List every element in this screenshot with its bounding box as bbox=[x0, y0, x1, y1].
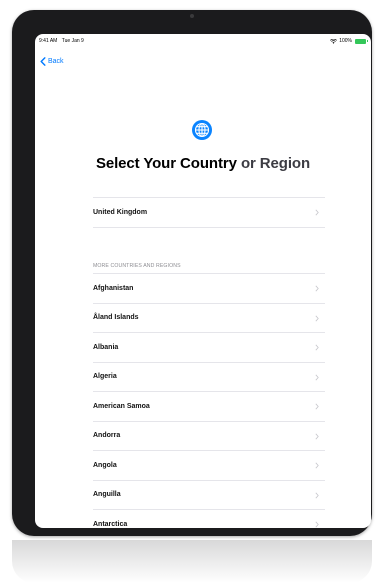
status-right: 100% bbox=[330, 38, 368, 44]
country-label: Angola bbox=[93, 461, 117, 469]
front-camera bbox=[190, 14, 194, 18]
country-row[interactable]: Åland Islands bbox=[93, 302, 325, 333]
country-row[interactable]: Angola bbox=[93, 450, 325, 480]
country-label: Algeria bbox=[93, 373, 117, 381]
back-button[interactable]: Back bbox=[40, 57, 64, 66]
chevron-right-icon bbox=[315, 344, 319, 351]
more-countries-list: Afghanistan Åland Islands Albania Algeri… bbox=[93, 273, 325, 528]
ipad-device: 9:41 AM Tue Jan 9 100% Back Select Your … bbox=[12, 10, 372, 536]
title-suffix: or Region bbox=[240, 155, 311, 172]
page-title: Select Your Country or Region bbox=[35, 155, 371, 172]
country-label: Andorra bbox=[93, 432, 121, 440]
country-label: Antarctica bbox=[93, 520, 128, 528]
country-label: United Kingdom bbox=[93, 208, 148, 216]
chevron-right-icon bbox=[315, 521, 319, 528]
chevron-right-icon bbox=[315, 374, 319, 381]
primary-country-list: United Kingdom bbox=[93, 197, 325, 228]
country-label: Åland Islands bbox=[93, 314, 139, 322]
back-label: Back bbox=[48, 58, 64, 65]
device-reflection bbox=[12, 540, 372, 583]
chevron-right-icon bbox=[315, 492, 319, 499]
battery-icon bbox=[355, 38, 368, 44]
chevron-right-icon bbox=[315, 433, 319, 440]
country-row-united-kingdom[interactable]: United Kingdom bbox=[93, 197, 325, 228]
chevron-left-icon bbox=[40, 57, 46, 66]
country-row[interactable]: Albania bbox=[93, 332, 325, 362]
globe-icon bbox=[192, 120, 212, 140]
status-bar: 9:41 AM Tue Jan 9 100% bbox=[35, 34, 371, 48]
country-row[interactable]: Anguilla bbox=[93, 479, 325, 510]
wifi-icon bbox=[330, 38, 338, 44]
status-left: 9:41 AM Tue Jan 9 bbox=[39, 38, 84, 44]
screen: 9:41 AM Tue Jan 9 100% Back Select Your … bbox=[35, 34, 371, 528]
country-row[interactable]: Afghanistan bbox=[93, 273, 325, 303]
country-label: Anguilla bbox=[93, 491, 121, 499]
chevron-right-icon bbox=[315, 403, 319, 410]
country-label: Afghanistan bbox=[93, 284, 134, 292]
country-label: Albania bbox=[93, 343, 119, 351]
country-row[interactable]: Algeria bbox=[93, 361, 325, 392]
status-time: 9:41 AM bbox=[39, 38, 58, 44]
chevron-right-icon bbox=[315, 315, 319, 322]
country-label: American Samoa bbox=[93, 402, 150, 410]
title-main: Select Your Country bbox=[95, 155, 237, 172]
section-label: MORE COUNTRIES AND REGIONS bbox=[93, 263, 181, 269]
country-row[interactable]: American Samoa bbox=[93, 391, 325, 421]
country-row[interactable]: Andorra bbox=[93, 420, 325, 451]
chevron-right-icon bbox=[315, 209, 319, 216]
chevron-right-icon bbox=[315, 462, 319, 469]
chevron-right-icon bbox=[315, 285, 319, 292]
status-date: Tue Jan 9 bbox=[61, 38, 84, 44]
battery-percent-text: 100% bbox=[339, 38, 352, 44]
country-row[interactable]: Antarctica bbox=[93, 509, 325, 528]
